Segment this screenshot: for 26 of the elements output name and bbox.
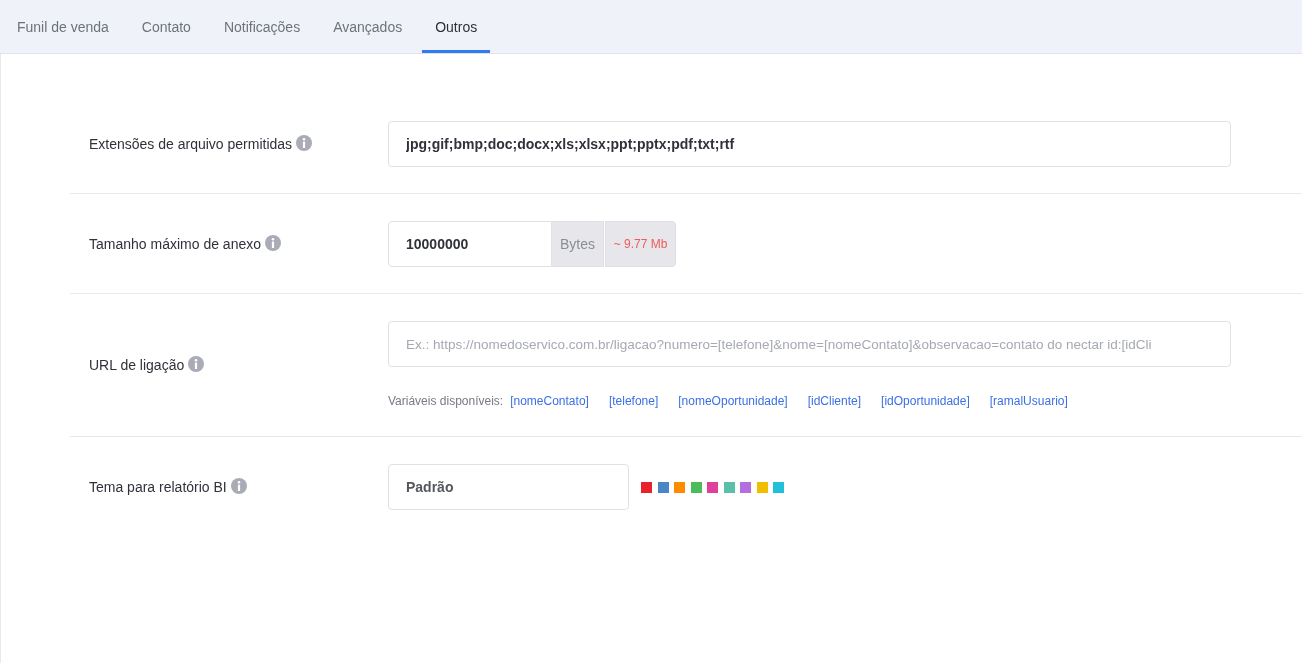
tab[interactable]: Contato — [128, 0, 204, 53]
variable-link[interactable]: [telefone] — [608, 394, 659, 408]
info-icon — [265, 234, 281, 251]
variable-link[interactable]: [idOportunidade] — [881, 394, 970, 408]
url-field[interactable]: Ex.: https://nomedoservico.com.br/ligacao?numero=[telefone]&nome=[nomeContato]&observacao=contato do nectar id:[idCli — [388, 321, 1231, 367]
setting-label: Extensões de arquivo permitidas — [89, 136, 293, 152]
extensions-field[interactable]: jpg;gif;bmp;doc;docx;xls;xlsx;ppt;pptx;pdf;txt;rtf — [388, 121, 1231, 167]
variable-link[interactable]: [idCliente] — [807, 394, 862, 408]
variables-label: Variáveis disponíveis: — [388, 394, 504, 408]
tab[interactable]: Outros — [422, 0, 491, 53]
unit-label: Bytes — [552, 221, 604, 267]
setting-label: Tamanho máximo de anexo — [89, 236, 261, 252]
variable-link[interactable]: [nomeContato] — [510, 394, 589, 408]
theme-field[interactable]: Padrão — [388, 464, 629, 510]
tab[interactable]: Funil de venda — [4, 0, 122, 53]
info-icon — [296, 134, 313, 151]
tab[interactable]: Notificações — [210, 0, 314, 53]
setting-label: Tema para relatório BI — [89, 479, 227, 495]
variable-link[interactable]: [nomeOportunidade] — [678, 394, 788, 408]
size-conversion: ~ 9.77 Mb — [605, 221, 676, 267]
tab[interactable]: Avançados — [320, 0, 416, 53]
variable-link[interactable]: [ramalUsuario] — [989, 394, 1068, 408]
info-icon — [230, 477, 247, 494]
setting-label: URL de ligação — [89, 357, 185, 373]
size-field[interactable]: 10000000 — [388, 221, 552, 267]
info-icon — [188, 355, 205, 372]
